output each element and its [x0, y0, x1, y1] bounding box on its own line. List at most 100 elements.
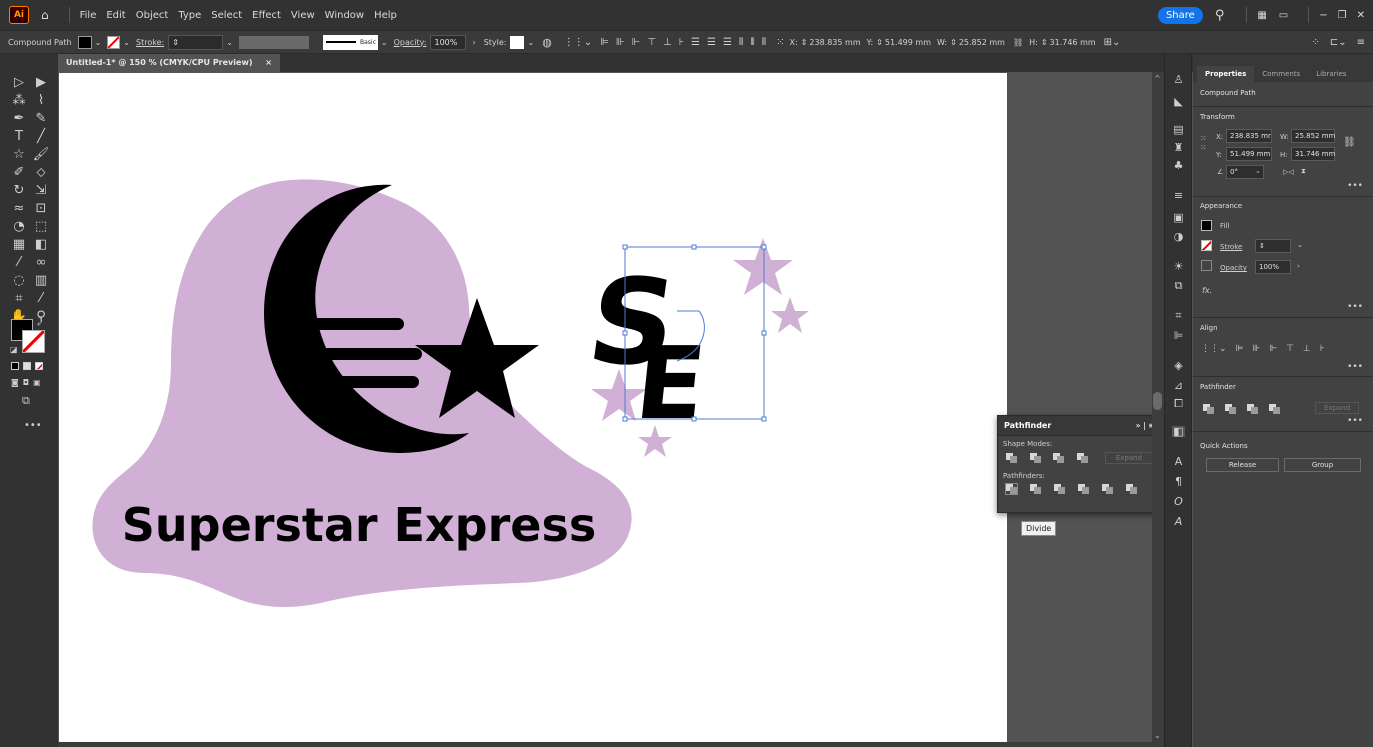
selection-handle[interactable]: [761, 416, 767, 422]
intersect-icon[interactable]: [1247, 404, 1258, 414]
logo-wordmark[interactable]: Superstar Express: [122, 498, 596, 552]
draw-inside-icon[interactable]: ▣: [33, 378, 41, 387]
minus-front-icon[interactable]: [1225, 404, 1236, 414]
scale-tool-icon[interactable]: ⇲: [30, 182, 52, 200]
y-field[interactable]: 51.499 mm: [885, 38, 931, 47]
outline-icon[interactable]: [1102, 484, 1113, 494]
chevron-down-icon[interactable]: ⌄: [1255, 167, 1261, 175]
brush-definition-field[interactable]: Basic: [322, 34, 378, 50]
type-tool-icon[interactable]: T: [8, 128, 30, 146]
close-tab-icon[interactable]: ×: [265, 58, 272, 67]
screen-mode-icon[interactable]: ⧉: [22, 394, 30, 408]
selection-handle[interactable]: [622, 330, 628, 336]
exclude-icon[interactable]: [1269, 404, 1280, 414]
align-left-icon[interactable]: ⊫: [1236, 344, 1244, 354]
mesh-tool-icon[interactable]: ▦: [8, 236, 30, 254]
stepper-icon[interactable]: ⇕: [801, 38, 808, 47]
menu-select[interactable]: Select: [211, 10, 242, 21]
free-transform-tool-icon[interactable]: ⊡: [30, 200, 52, 218]
minimize-icon[interactable]: −: [1319, 10, 1327, 21]
opacity-label[interactable]: Opacity:: [394, 38, 427, 47]
align-vcenter-icon[interactable]: ⊥: [1303, 344, 1311, 354]
stepper-icon[interactable]: ⇕: [1041, 38, 1048, 47]
star-tool-icon[interactable]: ☆: [8, 146, 30, 164]
perspective-grid-tool-icon[interactable]: ⬚: [30, 218, 52, 236]
tab-libraries[interactable]: Libraries: [1308, 66, 1354, 82]
fill-swatch[interactable]: [1201, 220, 1212, 231]
unite-icon[interactable]: [1006, 453, 1017, 463]
menu-window[interactable]: Window: [325, 10, 364, 21]
opacity-field[interactable]: 100%: [1255, 260, 1291, 274]
home-icon[interactable]: ⌂: [41, 8, 49, 22]
stepper-icon[interactable]: ⇕: [950, 38, 957, 47]
align-right-icon[interactable]: ⊩: [1269, 344, 1277, 354]
align-right-icon[interactable]: ⊩: [632, 37, 641, 48]
stroke-swatch[interactable]: [107, 35, 121, 49]
color-mode-icon[interactable]: [11, 362, 19, 370]
swap-fill-stroke-icon[interactable]: ⤸: [37, 317, 42, 327]
layers-panel-icon[interactable]: ◈: [1172, 360, 1185, 371]
chevron-right-icon[interactable]: ›: [472, 38, 475, 47]
variable-width-field[interactable]: [238, 35, 309, 49]
distribute-left-icon[interactable]: ⦀: [739, 37, 743, 48]
line-tool-icon[interactable]: ╱: [30, 128, 52, 146]
align-vcenter-icon[interactable]: ⊥: [663, 37, 672, 48]
merge-icon[interactable]: [1054, 484, 1065, 494]
transform-panel-icon[interactable]: ⌗: [1172, 310, 1185, 321]
expand-button[interactable]: Expand: [1104, 452, 1153, 464]
gradient-mode-icon[interactable]: [23, 362, 31, 370]
gradient-tool-icon[interactable]: ◧: [30, 236, 52, 254]
unite-icon[interactable]: [1203, 404, 1214, 414]
group-button[interactable]: Group: [1284, 458, 1361, 472]
puppet-panel-icon[interactable]: ♜: [1172, 142, 1185, 153]
panel-toggle-icon[interactable]: ⊏⌄: [1330, 37, 1347, 48]
tab-comments[interactable]: Comments: [1254, 66, 1308, 82]
eyedropper-tool-icon[interactable]: ⁄: [8, 254, 30, 272]
monogram-letter-e[interactable]: E: [630, 325, 711, 442]
glyphs-panel-icon[interactable]: A: [1172, 516, 1185, 527]
character-panel-icon[interactable]: A: [1172, 456, 1185, 467]
lasso-tool-icon[interactable]: ⌇: [30, 92, 52, 110]
distribute-top-icon[interactable]: ☰: [691, 37, 700, 48]
scroll-down-icon[interactable]: ⌄: [1154, 731, 1161, 740]
menu-type[interactable]: Type: [178, 10, 201, 21]
selection-handle[interactable]: [622, 244, 628, 250]
illustrator-logo[interactable]: Ai: [9, 6, 29, 24]
graphic-style-swatch[interactable]: [510, 35, 525, 49]
more-options-icon[interactable]: •••: [1347, 181, 1363, 191]
constrain-proportions-icon[interactable]: ⛓: [1343, 137, 1356, 148]
release-button[interactable]: Release: [1206, 458, 1279, 472]
default-colors-icon[interactable]: ◪: [10, 345, 18, 354]
more-options-icon[interactable]: •••: [1347, 416, 1363, 426]
constrain-proportions-icon[interactable]: ⛓: [1013, 38, 1023, 47]
h-field[interactable]: 31.746 mm: [1050, 38, 1096, 47]
none-mode-icon[interactable]: [35, 362, 43, 370]
more-options-icon[interactable]: •••: [1347, 362, 1363, 372]
chevron-down-icon[interactable]: ⌄: [527, 38, 534, 47]
eraser-tool-icon[interactable]: ⬦: [30, 164, 52, 182]
menu-file[interactable]: File: [80, 10, 97, 21]
stroke-label[interactable]: Stroke:: [136, 38, 164, 47]
transparency-panel-icon[interactable]: ◑: [1172, 231, 1185, 242]
shaper-tool-icon[interactable]: ✐: [8, 164, 30, 182]
arrange-documents-icon[interactable]: ▦: [1257, 10, 1266, 21]
pathfinder-panel-icon[interactable]: ◧: [1172, 426, 1185, 437]
shape-builder-tool-icon[interactable]: ◔: [8, 218, 30, 236]
menu-help[interactable]: Help: [374, 10, 397, 21]
document-tab[interactable]: Untitled-1* @ 150 % (CMYK/CPU Preview) ×: [58, 54, 280, 72]
scroll-up-icon[interactable]: ^: [1154, 74, 1161, 83]
stroke-weight-field[interactable]: ⇕: [1255, 239, 1291, 253]
opacity-label[interactable]: Opacity: [1220, 264, 1247, 272]
search-icon[interactable]: ⚲: [1215, 8, 1225, 23]
gradient-panel-icon[interactable]: ▣: [1172, 212, 1185, 223]
draw-behind-icon[interactable]: ◘: [23, 378, 29, 387]
learn-panel-icon[interactable]: ♙: [1172, 74, 1185, 85]
pathfinder-panel-header[interactable]: Pathfinder » | ≡: [998, 416, 1161, 436]
menu-effect[interactable]: Effect: [252, 10, 281, 21]
chevron-down-icon[interactable]: ⌄: [226, 38, 233, 47]
chevron-right-icon[interactable]: ›: [1297, 262, 1300, 270]
distribute-bottom-icon[interactable]: ☰: [723, 37, 732, 48]
symbol-sprayer-tool-icon[interactable]: ◌: [8, 272, 30, 290]
appearance-panel-icon[interactable]: ☀: [1172, 261, 1185, 272]
align-to-icon[interactable]: ⋮⋮⌄: [564, 37, 592, 48]
